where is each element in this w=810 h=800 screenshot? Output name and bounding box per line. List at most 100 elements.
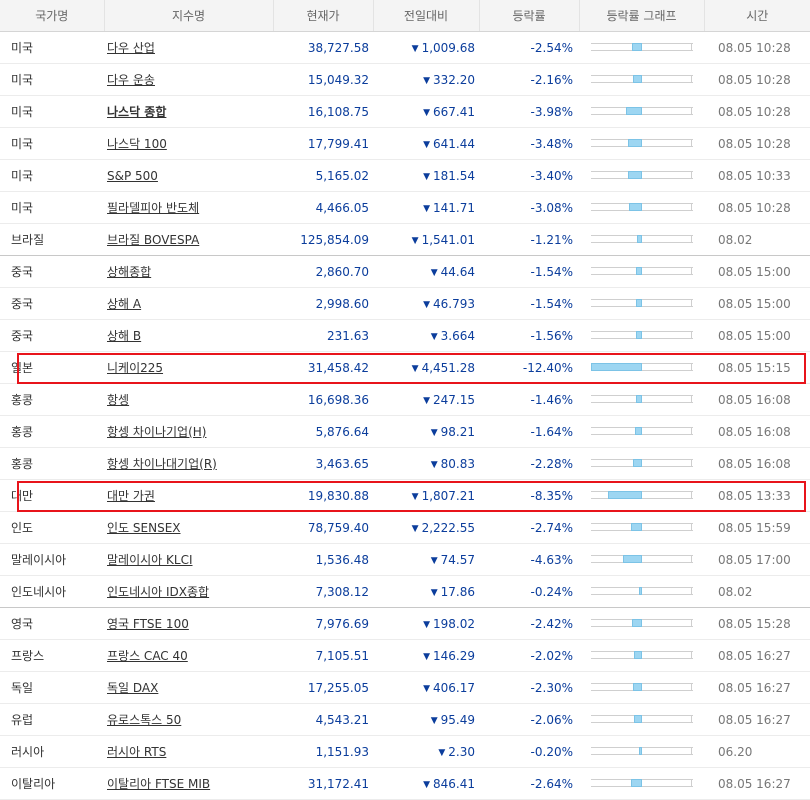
index-link[interactable]: 러시아 RTS [107, 745, 166, 759]
change-rate-cell: -1.54% [479, 287, 579, 320]
index-link[interactable]: 말레이시아 KLCI [107, 553, 193, 567]
index-link[interactable]: S&P 500 [107, 169, 158, 183]
change-rate-graph [591, 715, 693, 724]
change-rate-graph [591, 267, 693, 276]
change-cell: ▼ 74.57 [373, 543, 479, 576]
graph-positive-half [642, 747, 692, 755]
index-link[interactable]: 이탈리아 FTSE MIB [107, 777, 210, 791]
change-graph-cell [579, 479, 704, 512]
country-cell: 브라질 [0, 223, 104, 256]
change-cell: ▼ 17.86 [373, 575, 479, 608]
table-row: 홍콩 항셍 16,698.36 ▼ 247.15 -1.46% 08.05 16:08 [0, 383, 810, 416]
current-price-cell: 38,727.58 [273, 31, 373, 64]
index-link[interactable]: 유로스톡스 50 [107, 713, 181, 727]
time-cell: 08.05 15:15 [704, 351, 810, 384]
header-country: 국가명 [0, 0, 104, 32]
index-name-cell: 프랑스 CAC 40 [104, 639, 273, 672]
current-price-cell: 2,860.70 [273, 255, 373, 288]
graph-bar [591, 363, 642, 371]
current-price-cell: 5,165.02 [273, 159, 373, 192]
graph-bar [628, 139, 642, 147]
graph-positive-half [642, 139, 692, 147]
change-graph-cell [579, 255, 704, 288]
index-name-cell: 항셍 [104, 383, 273, 416]
change-rate-cell: -1.46% [479, 383, 579, 416]
change-cell: ▼ 95.49 [373, 703, 479, 736]
index-link[interactable]: 대만 가권 [107, 489, 155, 503]
index-link[interactable]: 브라질 BOVESPA [107, 233, 199, 247]
change-graph-cell [579, 95, 704, 128]
country-cell: 중국 [0, 287, 104, 320]
index-link[interactable]: 항셍 [107, 393, 129, 407]
graph-positive-half [642, 427, 692, 435]
index-link[interactable]: 항셍 차이나대기업(R) [107, 457, 217, 471]
change-cell: ▼ 247.15 [373, 383, 479, 416]
change-value: 95.49 [440, 712, 475, 727]
change-value: 98.21 [440, 424, 475, 439]
index-link[interactable]: 니케이225 [107, 361, 163, 375]
index-link[interactable]: 다우 운송 [107, 73, 155, 87]
down-arrow-icon: ▼ [423, 203, 430, 214]
change-rate-cell: -12.40% [479, 351, 579, 384]
index-link[interactable]: 프랑스 CAC 40 [107, 649, 188, 663]
change-cell: ▼ 406.17 [373, 671, 479, 704]
graph-bar [639, 747, 642, 755]
index-name-cell: 필라델피아 반도체 [104, 191, 273, 224]
graph-bar [636, 331, 642, 339]
graph-positive-half [642, 203, 692, 211]
down-arrow-icon: ▼ [423, 107, 430, 118]
table-row: 중국 상해 B 231.63 ▼ 3.664 -1.56% 08.05 15:00 [0, 319, 810, 352]
graph-positive-half [642, 555, 692, 563]
country-cell: 독일 [0, 671, 104, 704]
index-link[interactable]: 인도네시아 IDX종합 [107, 585, 209, 599]
index-link[interactable]: 필라델피아 반도체 [107, 201, 199, 215]
change-rate-graph [591, 171, 693, 180]
index-name-cell: 인도네시아 IDX종합 [104, 575, 273, 608]
index-link[interactable]: 나스닥 100 [107, 137, 167, 151]
country-cell: 중국 [0, 255, 104, 288]
change-rate-graph [591, 523, 693, 532]
table-row: 영국 영국 FTSE 100 7,976.69 ▼ 198.02 -2.42% 08.05 … [0, 607, 810, 640]
graph-positive-half [642, 683, 692, 691]
index-link[interactable]: 다우 산업 [107, 41, 155, 55]
index-link[interactable]: 상해종합 [107, 265, 151, 279]
index-link[interactable]: 상해 B [107, 329, 141, 343]
index-link[interactable]: 인도 SENSEX [107, 521, 181, 535]
table-row: 홍콩 항셍 차이나대기업(R) 3,463.65 ▼ 80.83 -2.28% 08.05 … [0, 447, 810, 480]
change-value: 3.664 [440, 328, 475, 343]
change-rate-cell: -2.74% [479, 511, 579, 544]
index-link[interactable]: 독일 DAX [107, 681, 158, 695]
change-graph-cell [579, 383, 704, 416]
table-row: 이탈리아 이탈리아 FTSE MIB 31,172.41 ▼ 846.41 -2.64% 0… [0, 767, 810, 800]
change-rate-cell: -2.42% [479, 607, 579, 640]
down-arrow-icon: ▼ [430, 715, 438, 726]
time-cell: 08.05 16:08 [704, 415, 810, 448]
table-row: 미국 S&P 500 5,165.02 ▼ 181.54 -3.40% 08.05 10:3… [0, 159, 810, 192]
change-value: 198.02 [433, 616, 475, 631]
graph-positive-half [642, 267, 692, 275]
index-name-cell: 상해종합 [104, 255, 273, 288]
change-graph-cell [579, 191, 704, 224]
change-rate-graph [591, 43, 693, 52]
change-cell: ▼ 641.44 [373, 127, 479, 160]
change-value: 247.15 [433, 392, 475, 407]
change-graph-cell [579, 223, 704, 256]
change-rate-cell: -4.63% [479, 543, 579, 576]
index-link[interactable]: 나스닥 종합 [107, 105, 166, 119]
down-arrow-icon: ▼ [423, 139, 430, 150]
country-cell: 영국 [0, 607, 104, 640]
change-graph-cell [579, 287, 704, 320]
index-link[interactable]: 항셍 차이나기업(H) [107, 425, 206, 439]
graph-positive-half [642, 523, 692, 531]
change-cell: ▼ 44.64 [373, 255, 479, 288]
time-cell: 08.05 16:27 [704, 703, 810, 736]
change-rate-graph [591, 363, 693, 372]
graph-bar [634, 651, 642, 659]
change-graph-cell [579, 159, 704, 192]
change-cell: ▼ 4,451.28 [373, 351, 479, 384]
current-price-cell: 1,536.48 [273, 543, 373, 576]
index-link[interactable]: 상해 A [107, 297, 141, 311]
change-cell: ▼ 141.71 [373, 191, 479, 224]
time-cell: 08.02 [704, 575, 810, 608]
index-link[interactable]: 영국 FTSE 100 [107, 617, 189, 631]
